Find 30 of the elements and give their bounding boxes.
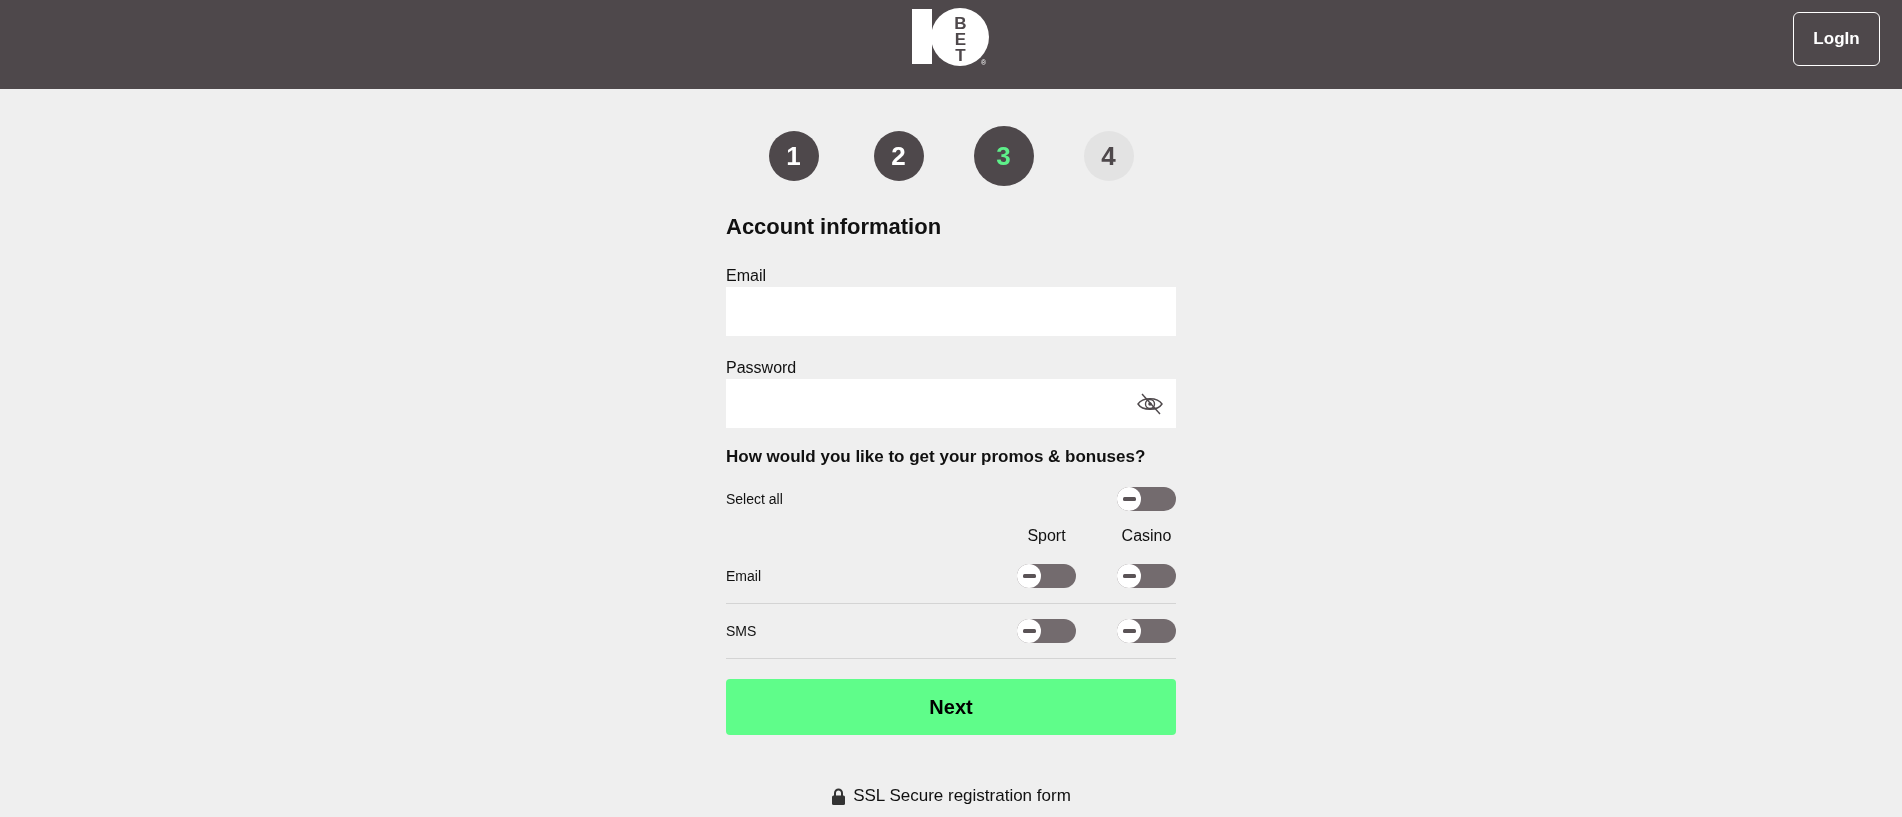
secure-note: SSL Secure registration form <box>853 785 1071 807</box>
eye-slash-icon[interactable] <box>1136 392 1164 415</box>
minus-icon <box>1122 574 1136 578</box>
column-header: Casino <box>1120 526 1173 546</box>
minus-icon <box>1022 629 1036 633</box>
lock-icon <box>831 787 847 805</box>
form-title: Account information <box>726 214 943 240</box>
toggle-switch[interactable] <box>1117 487 1176 511</box>
step-indicator: 3 <box>973 126 1034 186</box>
field-label: Email <box>726 266 767 286</box>
promos-question: How would you like to get your promos & bonuses? <box>726 446 1147 468</box>
step-indicator: 1 <box>768 131 819 181</box>
field-label: Password <box>726 358 798 378</box>
logo-letters: BET <box>953 16 968 64</box>
login-button[interactable]: LogIn <box>1793 12 1880 66</box>
next-button[interactable]: Next <box>726 679 1176 735</box>
step-indicator: 2 <box>873 131 924 181</box>
toggle-label: Select all <box>726 490 783 508</box>
minus-icon <box>1122 497 1136 501</box>
channel-label: SMS <box>726 622 757 640</box>
toggle-switch[interactable] <box>1017 619 1076 643</box>
channel-label: Email <box>726 567 761 585</box>
toggle-switch[interactable] <box>1117 619 1176 643</box>
minus-icon <box>1022 574 1036 578</box>
toggle-switch[interactable] <box>1017 564 1076 588</box>
password-field[interactable] <box>726 379 1176 428</box>
toggle-switch[interactable] <box>1117 564 1176 588</box>
step-indicator: 4 <box>1083 131 1134 181</box>
minus-icon <box>1122 629 1136 633</box>
column-header: Sport <box>1026 526 1067 546</box>
